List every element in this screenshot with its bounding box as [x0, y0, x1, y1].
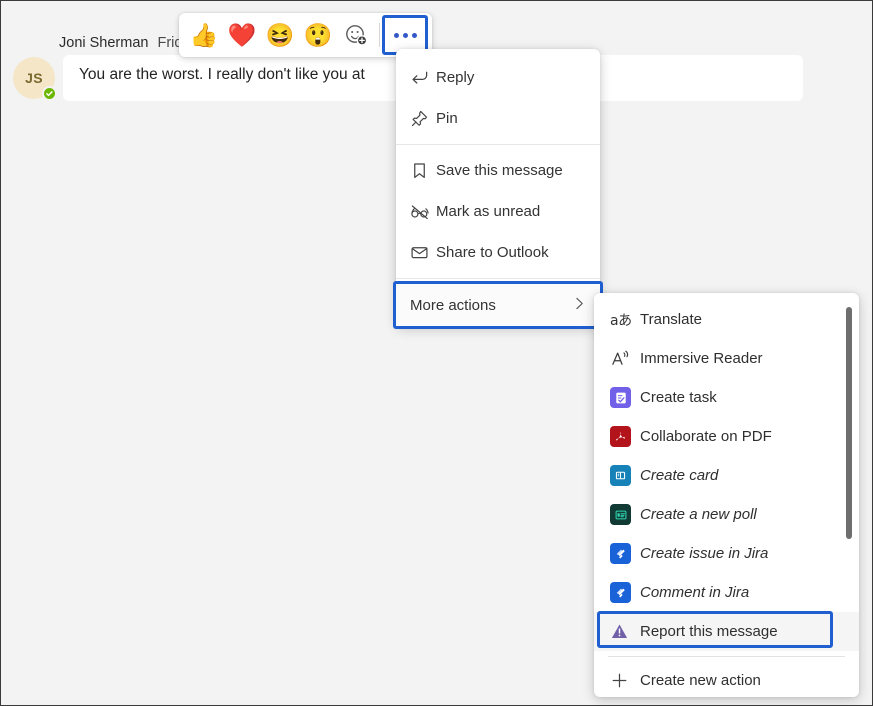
submenu-item-collaborate-on-pdf[interactable]: Collaborate on PDF	[594, 417, 859, 456]
surprised-reaction-icon[interactable]: 😲	[299, 16, 337, 54]
menu-item-share-to-outlook[interactable]: Share to Outlook	[396, 232, 600, 273]
submenu-item-label: Create card	[640, 467, 718, 484]
message-sender: Joni Sherman	[59, 35, 148, 51]
menu-item-label: Reply	[436, 69, 590, 86]
submenu-item-label: Comment in Jira	[640, 584, 749, 601]
submenu-item-label: Immersive Reader	[640, 350, 763, 367]
menu-separator	[396, 278, 600, 279]
reaction-toolbar: 👍 ❤️ 😆 😲	[179, 13, 432, 57]
immersive-reader-icon	[610, 348, 640, 369]
menu-item-label: Pin	[436, 110, 590, 127]
menu-item-label: Save this message	[436, 162, 590, 179]
pin-icon	[410, 109, 436, 128]
submenu-item-report-this-message[interactable]: Report this message	[594, 612, 859, 651]
submenu-item-comment-in-jira[interactable]: Comment in Jira	[594, 573, 859, 612]
laugh-reaction-icon[interactable]: 😆	[261, 16, 299, 54]
submenu-item-label: Create issue in Jira	[640, 545, 768, 562]
submenu-item-create-card[interactable]: Create card	[594, 456, 859, 495]
plus-icon	[610, 671, 640, 690]
menu-separator	[396, 144, 600, 145]
jira-app-icon	[610, 582, 640, 603]
more-actions-submenu: aあ Translate Immersive Reader Create tas…	[594, 293, 859, 697]
menu-item-label: More actions	[410, 297, 496, 314]
submenu-item-label: Create task	[640, 389, 717, 406]
submenu-item-label: Create new action	[640, 672, 761, 689]
submenu-item-immersive-reader[interactable]: Immersive Reader	[594, 339, 859, 378]
vertical-scrollbar[interactable]	[846, 307, 852, 539]
message-context-menu: Reply Pin Save this message Mark as unre…	[396, 49, 600, 326]
reply-arrow-icon	[410, 68, 436, 87]
submenu-item-translate[interactable]: aあ Translate	[594, 300, 859, 339]
chevron-right-icon	[571, 295, 588, 316]
ellipsis-icon	[394, 33, 417, 38]
toolbar-separator	[379, 23, 380, 47]
screenshot-root: Joni ShermanFrid JS You are the worst. I…	[0, 0, 873, 706]
submenu-separator	[608, 656, 845, 657]
adobe-pdf-app-icon	[610, 426, 640, 447]
translate-icon: aあ	[610, 310, 640, 330]
submenu-item-label: Create a new poll	[640, 506, 757, 523]
tasks-app-icon	[610, 387, 640, 408]
menu-item-reply[interactable]: Reply	[396, 57, 600, 98]
menu-item-save-this-message[interactable]: Save this message	[396, 150, 600, 191]
card-app-icon	[610, 465, 640, 486]
presence-available-icon	[42, 86, 57, 101]
warning-triangle-icon	[610, 622, 640, 641]
thumbs-up-reaction-icon[interactable]: 👍	[185, 16, 223, 54]
message-text: You are the worst. I really don't like y…	[79, 66, 365, 84]
add-reaction-icon[interactable]	[337, 16, 375, 54]
submenu-item-create-a-new-poll[interactable]: Create a new poll	[594, 495, 859, 534]
menu-item-label: Mark as unread	[436, 203, 590, 220]
submenu-item-create-new-action[interactable]: Create new action	[594, 661, 859, 697]
menu-item-mark-as-unread[interactable]: Mark as unread	[396, 191, 600, 232]
message-meta: Joni ShermanFrid	[59, 35, 182, 51]
menu-item-label: Share to Outlook	[436, 244, 590, 261]
jira-app-icon	[610, 543, 640, 564]
bookmark-icon	[410, 161, 436, 180]
envelope-icon	[410, 243, 436, 262]
menu-item-pin[interactable]: Pin	[396, 98, 600, 139]
submenu-item-create-issue-in-jira[interactable]: Create issue in Jira	[594, 534, 859, 573]
avatar-initials: JS	[25, 70, 43, 86]
more-options-button[interactable]	[384, 19, 426, 51]
submenu-item-label: Report this message	[640, 623, 778, 640]
submenu-item-create-task[interactable]: Create task	[594, 378, 859, 417]
polls-app-icon	[610, 504, 640, 525]
menu-item-more-actions[interactable]: More actions	[396, 284, 600, 326]
submenu-item-label: Collaborate on PDF	[640, 428, 772, 445]
glasses-crossed-icon	[410, 202, 436, 222]
submenu-item-label: Translate	[640, 311, 702, 328]
heart-reaction-icon[interactable]: ❤️	[223, 16, 261, 54]
